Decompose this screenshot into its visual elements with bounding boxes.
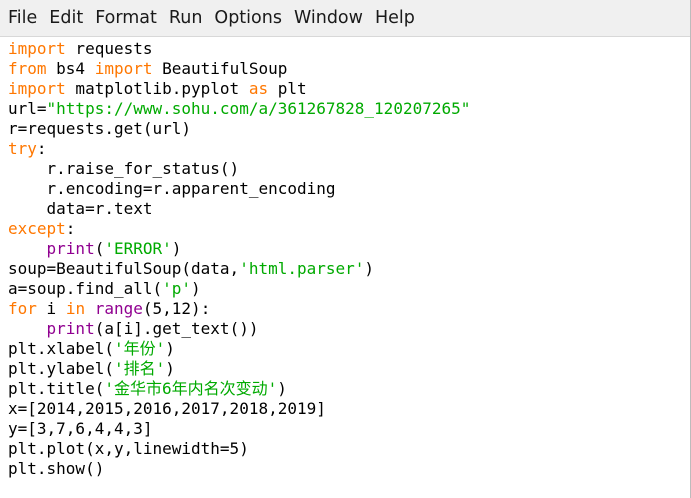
code-text: ): [277, 379, 287, 398]
code-keyword: except: [8, 219, 66, 238]
code-text: matplotlib.pyplot: [65, 79, 249, 98]
menu-edit[interactable]: Edit: [43, 3, 89, 33]
code-keyword: in: [65, 299, 86, 318]
menu-file[interactable]: File: [2, 3, 43, 33]
menu-help[interactable]: Help: [369, 3, 421, 33]
code-line[interactable]: a=soup.find_all('p'): [8, 279, 690, 299]
code-string: "https://www.sohu.com/a/361267828_120207…: [46, 99, 471, 118]
code-string: '年份': [113, 339, 166, 358]
code-line[interactable]: x=[2014,2015,2016,2017,2018,2019]: [8, 399, 690, 419]
code-text: plt.show(): [8, 459, 105, 478]
code-text: url=: [8, 99, 47, 118]
code-text: x=[2014,2015,2016,2017,2018,2019]: [8, 399, 326, 418]
code-text: BeautifulSoup: [152, 59, 288, 78]
code-line[interactable]: try:: [8, 139, 690, 159]
menu-options[interactable]: Options: [208, 3, 288, 33]
code-text: plt.plot(x,y,linewidth=5): [8, 439, 249, 458]
code-text: y=[3,7,6,4,4,3]: [8, 419, 153, 438]
code-line[interactable]: y=[3,7,6,4,4,3]: [8, 419, 690, 439]
menu-bar: File Edit Format Run Options Window Help: [0, 0, 690, 37]
code-string: 'ERROR': [104, 239, 172, 258]
code-line[interactable]: plt.show(): [8, 459, 690, 479]
code-text: plt: [268, 79, 307, 98]
code-line[interactable]: plt.xlabel('年份'): [8, 339, 690, 359]
code-text: ): [364, 259, 375, 278]
code-line[interactable]: for i in range(5,12):: [8, 299, 690, 319]
code-text: requests: [65, 39, 153, 58]
menu-window[interactable]: Window: [288, 3, 369, 33]
code-builtin: range: [94, 299, 143, 318]
code-keyword: import: [94, 59, 153, 78]
code-keyword: import: [8, 39, 66, 58]
code-text: ): [171, 239, 182, 258]
code-text: soup=BeautifulSoup(data,: [8, 259, 240, 278]
code-line[interactable]: plt.plot(x,y,linewidth=5): [8, 439, 690, 459]
code-text: r.raise_for_status(): [8, 159, 240, 178]
code-text: ): [165, 359, 175, 378]
code-keyword: from: [8, 59, 47, 78]
code-text: bs4: [46, 59, 95, 78]
code-text: data=r.text: [8, 199, 153, 218]
code-line[interactable]: import requests: [8, 39, 690, 59]
code-builtin: print: [46, 239, 95, 258]
code-text: (a[i].get_text()): [94, 319, 259, 338]
code-text: r.encoding=r.apparent_encoding: [8, 179, 336, 198]
code-text: (5,12):: [142, 299, 211, 318]
code-keyword: for: [8, 299, 37, 318]
code-line[interactable]: soup=BeautifulSoup(data,'html.parser'): [8, 259, 690, 279]
code-string: 'html.parser': [239, 259, 365, 278]
code-text: ): [165, 339, 175, 358]
menu-format[interactable]: Format: [89, 3, 163, 33]
code-line[interactable]: print(a[i].get_text()): [8, 319, 690, 339]
code-line[interactable]: url="https://www.sohu.com/a/361267828_12…: [8, 99, 690, 119]
code-keyword: import: [8, 79, 66, 98]
code-text: i: [36, 299, 66, 318]
code-line[interactable]: print('ERROR'): [8, 239, 690, 259]
code-text: plt.title(: [8, 379, 105, 398]
code-text: a=soup.find_all(: [8, 279, 163, 298]
code-line[interactable]: r=requests.get(url): [8, 119, 690, 139]
code-editor[interactable]: import requests from bs4 import Beautiful…: [0, 37, 690, 498]
idle-editor-window: File Edit Format Run Options Window Help…: [0, 0, 691, 498]
code-line[interactable]: r.raise_for_status(): [8, 159, 690, 179]
code-line[interactable]: plt.ylabel('排名'): [8, 359, 690, 379]
code-line[interactable]: import matplotlib.pyplot as plt: [8, 79, 690, 99]
code-line[interactable]: plt.title('金华市6年内名次变动'): [8, 379, 690, 399]
code-line[interactable]: from bs4 import BeautifulSoup: [8, 59, 690, 79]
menu-run[interactable]: Run: [163, 3, 209, 33]
code-keyword: as: [248, 79, 269, 98]
code-line[interactable]: except:: [8, 219, 690, 239]
code-string: '排名': [113, 359, 166, 378]
code-text: (: [94, 239, 105, 258]
code-text: :: [36, 139, 47, 158]
code-line[interactable]: data=r.text: [8, 199, 690, 219]
code-string: 'p': [162, 279, 192, 298]
code-text: ): [191, 279, 201, 298]
code-text: plt.ylabel(: [8, 359, 114, 378]
code-text: r=requests.get(url): [8, 119, 192, 138]
code-string: '金华市6年内名次变动': [104, 379, 278, 398]
code-builtin: print: [46, 319, 95, 338]
code-text: plt.xlabel(: [8, 339, 114, 358]
code-text: :: [65, 219, 76, 238]
code-line[interactable]: r.encoding=r.apparent_encoding: [8, 179, 690, 199]
code-keyword: try: [8, 139, 37, 158]
